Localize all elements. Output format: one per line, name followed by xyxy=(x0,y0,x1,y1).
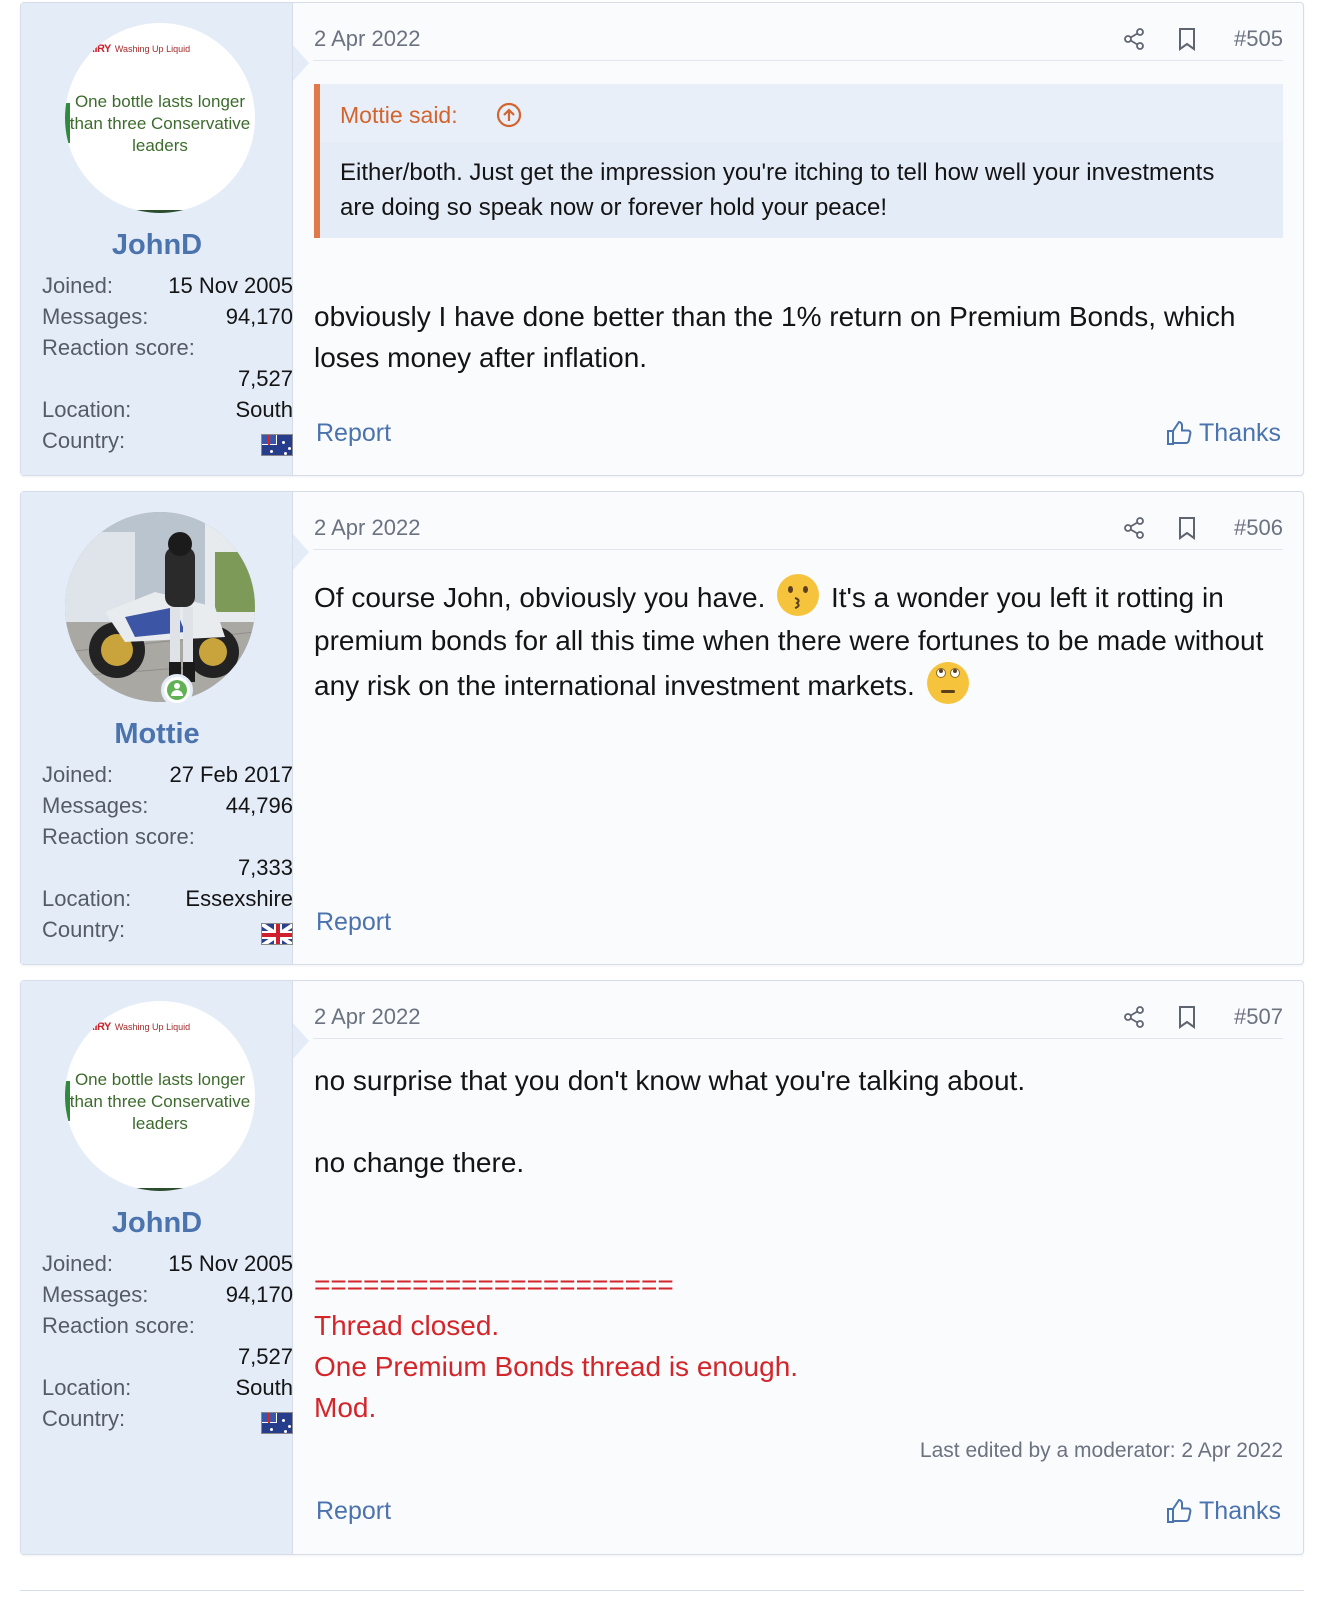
post-number[interactable]: #507 xyxy=(1234,1004,1283,1030)
post-number[interactable]: #505 xyxy=(1234,26,1283,52)
username[interactable]: JohnD xyxy=(21,1207,293,1240)
reaction-value: 7,527 xyxy=(237,366,293,391)
joined-value: 15 Nov 2005 xyxy=(168,273,293,298)
post-date[interactable]: 2 Apr 2022 xyxy=(314,26,420,52)
post-main: 2 Apr 2022 #507 no surprise that you don… xyxy=(313,981,1283,1554)
thanks-label: Thanks xyxy=(1199,419,1281,447)
country-label: Country: xyxy=(42,1406,126,1431)
quote-text: Either/both. Just get the impression you… xyxy=(340,159,1215,221)
report-link[interactable]: Report xyxy=(316,1497,391,1526)
messages-label: Messages: xyxy=(42,1282,149,1307)
post-506: Mottie Joined: 27 Feb 2017 Messages: 44,79… xyxy=(20,491,1304,965)
thanks-button[interactable]: Thanks xyxy=(1167,419,1281,448)
motorcycle-photo xyxy=(65,512,255,702)
avatar[interactable] xyxy=(65,512,255,702)
avatar-slogan: One bottle lasts longer than three Conse… xyxy=(69,1070,251,1133)
body-part: Of course John, obviously you have. xyxy=(314,582,766,613)
joined-label: Joined: xyxy=(42,273,113,298)
messages-value[interactable]: 44,796 xyxy=(226,793,293,819)
reaction-label: Reaction score: xyxy=(42,1313,195,1338)
quote-block: Mottie said: Either/both. Just get the i… xyxy=(314,84,1283,238)
reaction-value: 7,527 xyxy=(237,1344,293,1369)
bookmark-icon[interactable] xyxy=(1176,27,1198,51)
location-label: Location: xyxy=(42,397,132,422)
reaction-value: 7,333 xyxy=(237,855,293,880)
post-507: AIRY Washing Up Liquid One bottle lasts l… xyxy=(20,980,1304,1555)
post-body-line: no surprise that you don't know what you… xyxy=(314,1065,1026,1096)
location-label: Location: xyxy=(42,886,132,911)
country-label: Country: xyxy=(42,428,126,453)
eye-roll-emoji-icon xyxy=(926,662,969,704)
messages-value[interactable]: 94,170 xyxy=(226,1282,293,1308)
joined-label: Joined: xyxy=(42,1251,113,1276)
post-main: 2 Apr 2022 #506 Of course John, obviousl… xyxy=(313,492,1283,964)
post-main: 2 Apr 2022 #505 Mottie said: Either/both… xyxy=(313,3,1283,475)
panel-arrow xyxy=(293,1023,309,1059)
avatar[interactable]: AIRY Washing Up Liquid One bottle lasts l… xyxy=(65,1001,255,1191)
report-link[interactable]: Report xyxy=(316,419,391,448)
bookmark-icon[interactable] xyxy=(1176,1005,1198,1029)
location-value[interactable]: South xyxy=(236,397,294,423)
user-online-icon xyxy=(167,680,187,700)
australia-flag-icon xyxy=(261,434,293,456)
joined-value: 27 Feb 2017 xyxy=(169,762,293,787)
next-post-edge xyxy=(20,1590,1304,1600)
country-label: Country: xyxy=(42,917,126,942)
username[interactable]: Mottie xyxy=(21,718,293,751)
post-header: 2 Apr 2022 #507 xyxy=(313,981,1283,1039)
thanks-button[interactable]: Thanks xyxy=(1167,1497,1281,1526)
messages-label: Messages: xyxy=(42,304,149,329)
username[interactable]: JohnD xyxy=(21,229,293,262)
post-header: 2 Apr 2022 #506 xyxy=(313,492,1283,550)
thumbs-up-icon xyxy=(1167,420,1192,445)
messages-value[interactable]: 94,170 xyxy=(226,304,293,330)
quote-author[interactable]: Mottie said: xyxy=(340,102,458,129)
avatar-brand: AIRY Washing Up Liquid xyxy=(87,1021,191,1033)
share-icon[interactable] xyxy=(1122,516,1146,540)
mod-note-line: One Premium Bonds thread is enough. xyxy=(314,1351,799,1382)
share-icon[interactable] xyxy=(1122,1005,1146,1029)
panel-arrow xyxy=(293,45,309,81)
arrow-up-circle-icon[interactable] xyxy=(496,102,522,128)
post-body-line: no change there. xyxy=(314,1147,525,1178)
post-body: obviously I have done better than the 1%… xyxy=(314,301,1236,373)
location-label: Location: xyxy=(42,1375,132,1400)
avatar-brand: AIRY Washing Up Liquid xyxy=(87,43,191,55)
post-header: 2 Apr 2022 #505 xyxy=(313,3,1283,61)
location-value[interactable]: Essexshire xyxy=(185,886,293,912)
thumbs-up-icon xyxy=(1167,1498,1192,1523)
post-date[interactable]: 2 Apr 2022 xyxy=(314,515,420,541)
joined-value: 15 Nov 2005 xyxy=(168,1251,293,1276)
mod-note-line: Mod. xyxy=(314,1392,377,1423)
avatar-decoration xyxy=(135,210,185,213)
quote-header[interactable]: Mottie said: xyxy=(320,84,1283,142)
user-panel: AIRY Washing Up Liquid One bottle lasts l… xyxy=(21,981,293,1554)
reaction-label: Reaction score: xyxy=(42,824,195,849)
kissing-face-emoji-icon xyxy=(777,574,820,616)
thanks-label: Thanks xyxy=(1199,1497,1281,1525)
user-panel: AIRY Washing Up Liquid One bottle lasts l… xyxy=(21,3,293,475)
post-body: Of course John, obviously you have. It's… xyxy=(314,574,1283,707)
post-505: AIRY Washing Up Liquid One bottle lasts l… xyxy=(20,2,1304,476)
avatar[interactable]: AIRY Washing Up Liquid One bottle lasts l… xyxy=(65,23,255,213)
bookmark-icon[interactable] xyxy=(1176,516,1198,540)
joined-label: Joined: xyxy=(42,762,113,787)
post-number[interactable]: #506 xyxy=(1234,515,1283,541)
post-date[interactable]: 2 Apr 2022 xyxy=(314,1004,420,1030)
last-edited-note: Last edited by a moderator: 2 Apr 2022 xyxy=(919,1439,1283,1462)
messages-label: Messages: xyxy=(42,793,149,818)
report-link[interactable]: Report xyxy=(316,908,391,937)
location-value[interactable]: South xyxy=(236,1375,294,1401)
avatar-decoration xyxy=(135,1188,185,1191)
online-status-indicator xyxy=(161,674,193,706)
uk-flag-icon xyxy=(261,923,293,945)
mod-divider: ====================== xyxy=(314,1269,674,1300)
avatar-slogan: One bottle lasts longer than three Conse… xyxy=(69,92,251,155)
australia-flag-icon xyxy=(261,1412,293,1434)
share-icon[interactable] xyxy=(1122,27,1146,51)
reaction-label: Reaction score: xyxy=(42,335,195,360)
panel-arrow xyxy=(293,534,309,570)
mod-note-line: Thread closed. xyxy=(314,1310,500,1341)
user-panel: Mottie Joined: 27 Feb 2017 Messages: 44,79… xyxy=(21,492,293,964)
